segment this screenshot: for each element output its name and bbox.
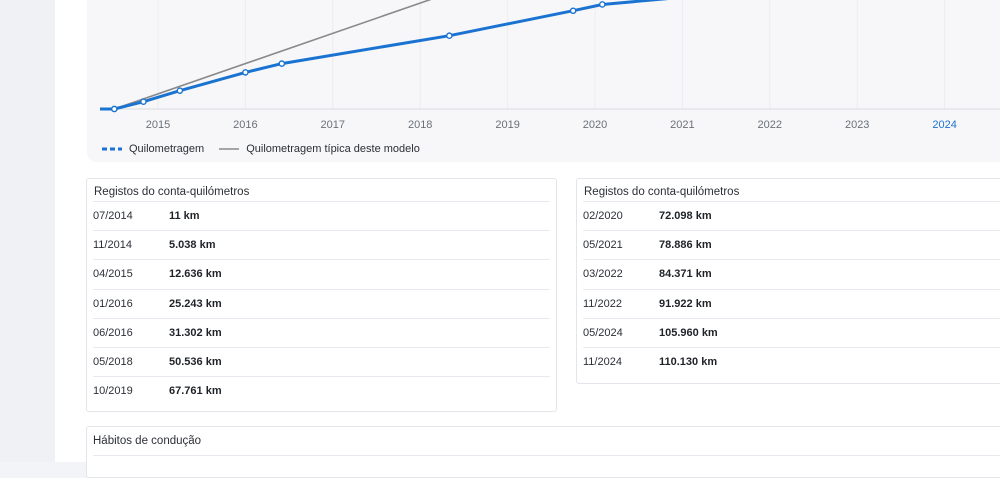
x-tick-label: 2021 bbox=[670, 119, 694, 131]
record-row: 11/2024 110.130 km bbox=[583, 346, 1000, 376]
record-km: 78.886 km bbox=[659, 239, 712, 252]
x-axis-ticks: 2015 2016 2017 2018 2019 2020 2021 2022 2023 2024 bbox=[146, 119, 957, 131]
record-date: 11/2014 bbox=[93, 239, 132, 252]
mileage-points bbox=[111, 1, 606, 113]
record-date: 01/2016 bbox=[93, 297, 133, 310]
record-date: 07/2014 bbox=[93, 210, 133, 223]
legend-item-mileage[interactable]: Quilometragem bbox=[101, 143, 204, 155]
record-km: 110.130 km bbox=[659, 356, 718, 369]
x-tick-label: 2016 bbox=[233, 119, 257, 131]
record-row: 07/2014 11 km bbox=[93, 201, 550, 230]
record-km: 84.371 km bbox=[659, 268, 712, 281]
x-tick-label: 2022 bbox=[758, 119, 782, 131]
record-row: 02/2020 72.098 km bbox=[583, 201, 1000, 230]
x-tick-label: 2015 bbox=[146, 119, 170, 131]
record-km: 11 km bbox=[169, 210, 200, 223]
legend-label-mileage: Quilometragem bbox=[129, 143, 205, 155]
record-date: 10/2019 bbox=[93, 385, 133, 398]
x-tick-label: 2018 bbox=[408, 119, 432, 131]
mileage-chart: 2015 2016 2017 2018 2019 2020 2021 2022 2023 2024 bbox=[100, 0, 1000, 131]
record-date: 04/2015 bbox=[93, 268, 133, 281]
typical-mileage-line bbox=[114, 0, 432, 110]
odometer-records-right: Registos do conta-quilómetros 02/2020 72.… bbox=[576, 178, 1000, 384]
chart-legend: Quilometragem Quilometragem típica deste… bbox=[101, 143, 434, 155]
record-row: 05/2021 78.886 km bbox=[583, 230, 1000, 259]
driving-habits-title: Hábitos de condução bbox=[93, 435, 202, 447]
record-date: 11/2022 bbox=[583, 297, 622, 310]
record-row: 05/2024 105.960 km bbox=[583, 317, 1000, 347]
record-km: 91.922 km bbox=[659, 297, 712, 310]
x-tick-label: 2019 bbox=[495, 119, 519, 131]
x-tick-label: 2023 bbox=[845, 119, 869, 131]
mileage-point bbox=[278, 60, 286, 67]
record-date: 05/2024 bbox=[583, 326, 623, 339]
record-km: 25.243 km bbox=[169, 297, 222, 310]
record-row: 04/2015 12.636 km bbox=[93, 259, 550, 288]
record-km: 12.636 km bbox=[169, 268, 222, 281]
record-row: 10/2019 67.761 km bbox=[93, 376, 550, 405]
record-date: 03/2022 bbox=[583, 268, 623, 281]
record-km: 105.960 km bbox=[659, 326, 718, 339]
legend-item-typical[interactable]: Quilometragem típica deste modelo bbox=[218, 143, 420, 155]
odometer-records-left: Registos do conta-quilómetros 07/2014 11 … bbox=[86, 178, 557, 412]
record-km: 72.098 km bbox=[659, 210, 712, 223]
divider bbox=[93, 455, 1000, 456]
record-row: 11/2022 91.922 km bbox=[583, 288, 1000, 318]
x-tick-label: 2020 bbox=[583, 119, 607, 131]
record-date: 05/2021 bbox=[583, 239, 623, 252]
mileage-point bbox=[176, 87, 184, 94]
record-date: 11/2024 bbox=[583, 356, 622, 369]
x-tick-label: 2017 bbox=[321, 119, 345, 131]
panel-title: Registos do conta-quilómetros bbox=[584, 186, 740, 198]
mileage-point bbox=[242, 69, 249, 76]
record-date: 02/2020 bbox=[583, 210, 623, 223]
record-row: 11/2014 5.038 km bbox=[93, 230, 550, 259]
mileage-point bbox=[140, 98, 147, 105]
record-date: 05/2018 bbox=[93, 356, 133, 369]
dashed-line-swatch-icon bbox=[102, 147, 122, 151]
solid-line-swatch-icon bbox=[219, 148, 240, 150]
record-row: 05/2018 50.536 km bbox=[93, 346, 550, 376]
driving-habits-panel: Hábitos de condução bbox=[86, 426, 1000, 478]
mileage-point bbox=[446, 32, 453, 40]
x-tick-label: 2024 bbox=[932, 119, 956, 131]
mileage-point bbox=[569, 7, 577, 15]
panel-title: Registos do conta-quilómetros bbox=[94, 186, 250, 198]
record-km: 5.038 km bbox=[169, 239, 216, 252]
record-row: 03/2022 84.371 km bbox=[583, 259, 1000, 288]
mileage-line bbox=[100, 0, 669, 111]
record-row: 06/2016 31.302 km bbox=[93, 317, 550, 347]
mileage-point bbox=[598, 1, 606, 8]
legend-label-typical: Quilometragem típica deste modelo bbox=[246, 143, 420, 155]
record-km: 31.302 km bbox=[169, 326, 222, 339]
record-km: 50.536 km bbox=[169, 356, 222, 369]
record-row: 01/2016 25.243 km bbox=[93, 288, 550, 318]
record-date: 06/2016 bbox=[93, 326, 133, 339]
record-km: 67.761 km bbox=[169, 385, 222, 398]
mileage-point bbox=[111, 105, 118, 113]
